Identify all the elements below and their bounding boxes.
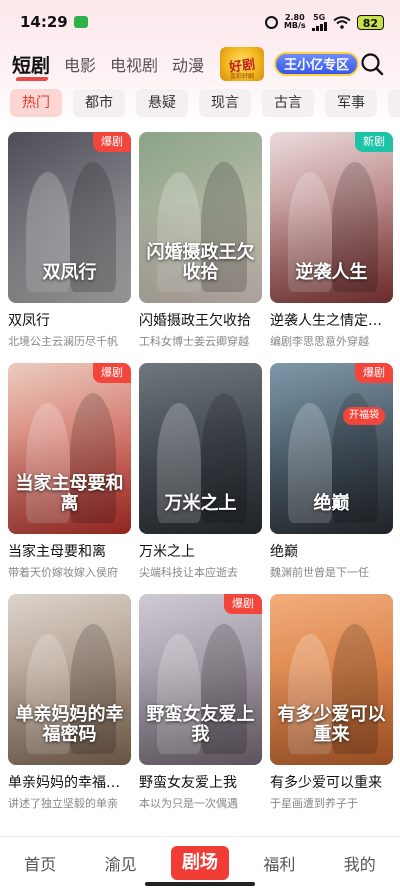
drama-title[interactable]: 单亲妈妈的幸福密码 — [8, 773, 131, 793]
category-military[interactable]: 军事 — [325, 89, 377, 117]
poster-title: 单亲妈妈的幸福密码 — [15, 704, 124, 745]
drama-title[interactable]: 野蛮女友爱上我 — [139, 773, 262, 793]
poster-image[interactable]: 闪婚摄政王欠收拾 — [139, 132, 262, 303]
home-indicator[interactable] — [145, 882, 255, 886]
drama-card[interactable]: 绝巅 爆剧开福袋绝巅魏渊前世曾是下一任 — [270, 363, 393, 594]
drama-title[interactable]: 万米之上 — [139, 542, 262, 562]
poster-title: 绝巅 — [313, 493, 350, 514]
wifi-icon — [333, 15, 351, 29]
category-suspense[interactable]: 悬疑 — [136, 89, 188, 117]
category-urban[interactable]: 都市 — [73, 89, 125, 117]
drama-title[interactable]: 绝巅 — [270, 542, 393, 562]
drama-card[interactable]: 逆袭人生 新剧逆袭人生之情定大王编剧李思思意外穿越 — [270, 132, 393, 363]
category-modern-romance[interactable]: 现言 — [199, 89, 251, 117]
network-label: 5G — [313, 12, 326, 22]
alarm-icon — [264, 15, 278, 29]
drama-description: 魏渊前世曾是下一任 — [270, 566, 369, 579]
poster-image[interactable]: 双凤行 爆剧 — [8, 132, 131, 303]
zone-banner[interactable]: 王小亿专区 — [274, 52, 360, 76]
status-time: 14:29 — [20, 13, 68, 31]
drama-description: 本以为只是一次偶遇 — [139, 797, 238, 810]
promo-sub-label: 金彩好剧 — [230, 73, 255, 80]
drama-card[interactable]: 有多少爱可以重来 有多少爱可以重来 于星画遭到养子于 — [270, 594, 393, 825]
tab-movie[interactable]: 电影 — [64, 52, 96, 76]
poster-image[interactable]: 逆袭人生 新剧 — [270, 132, 393, 303]
category-bar: 热门 都市 悬疑 现言 古言 军事 玄 — [0, 88, 400, 118]
drama-title[interactable]: 当家主母要和离 — [8, 542, 131, 562]
poster-title: 当家主母要和离 — [15, 473, 124, 514]
hot-drama-badge: 爆剧 — [93, 363, 131, 383]
poster-image[interactable]: 万米之上 — [139, 363, 262, 534]
tab-short-drama[interactable]: 短剧 — [12, 51, 50, 78]
hot-drama-badge: 爆剧 — [224, 594, 262, 614]
drama-card[interactable]: 闪婚摄政王欠收拾 闪婚摄政王欠收拾 工科女博士姜云卿穿越 — [139, 132, 262, 363]
drama-card[interactable]: 万米之上 万米之上 尖端科技让本应逝去 — [139, 363, 262, 594]
drama-card[interactable]: 双凤行 爆剧双凤行北境公主云澜历尽千帆 — [8, 132, 131, 363]
poster-image[interactable]: 绝巅 爆剧开福袋 — [270, 363, 393, 534]
drama-card[interactable]: 当家主母要和离 爆剧当家主母要和离带着天价嫁妆嫁入侯府 — [8, 363, 131, 594]
network-type: 5G — [311, 12, 327, 31]
category-ancient-romance[interactable]: 古言 — [262, 89, 314, 117]
poster-title: 野蛮女友爱上我 — [146, 704, 255, 745]
drama-description: 带着天价嫁妆嫁入侯府 — [8, 566, 118, 579]
category-fantasy[interactable]: 玄 — [388, 89, 400, 117]
poster-title: 双凤行 — [42, 262, 97, 283]
drama-card[interactable]: 单亲妈妈的幸福密码 单亲妈妈的幸福密码 讲述了独立坚毅的单亲 — [8, 594, 131, 825]
drama-description: 工科女博士姜云卿穿越 — [139, 335, 249, 348]
nav-discover[interactable]: 渝见 — [91, 851, 151, 875]
nav-profile[interactable]: 我的 — [330, 851, 390, 875]
drama-card[interactable]: 野蛮女友爱上我 爆剧野蛮女友爱上我本以为只是一次偶遇 — [139, 594, 262, 825]
drama-description: 北境公主云澜历尽千帆 — [8, 335, 118, 348]
poster-image[interactable]: 当家主母要和离 爆剧 — [8, 363, 131, 534]
signal-icon — [311, 21, 327, 31]
drama-description: 于星画遭到养子于 — [270, 797, 358, 810]
tab-tv-series[interactable]: 电视剧 — [110, 52, 158, 76]
drama-title[interactable]: 逆袭人生之情定大王 — [270, 311, 393, 331]
drama-title[interactable]: 双凤行 — [8, 311, 131, 331]
tab-anime[interactable]: 动漫 — [172, 52, 204, 76]
drama-description: 尖端科技让本应逝去 — [139, 566, 238, 579]
battery-indicator: 82 — [356, 14, 384, 30]
poster-title: 逆袭人生 — [295, 262, 368, 283]
top-navigation: 短剧 电影 电视剧 动漫 好剧 金彩好剧 王小亿专区 — [0, 44, 400, 84]
lucky-bag-badge[interactable]: 开福袋 — [343, 407, 385, 425]
search-icon[interactable] — [360, 52, 384, 76]
network-speed: 2.80 MB/s — [284, 14, 306, 30]
drama-title[interactable]: 闪婚摄政王欠收拾 — [139, 311, 262, 331]
status-indicators: 2.80 MB/s 5G 82 — [264, 12, 384, 31]
hot-drama-badge: 爆剧 — [355, 363, 393, 383]
speed-unit: MB/s — [283, 21, 306, 30]
nav-welfare[interactable]: 福利 — [249, 851, 309, 875]
poster-image[interactable]: 野蛮女友爱上我 爆剧 — [139, 594, 262, 765]
poster-title: 闪婚摄政王欠收拾 — [146, 242, 255, 283]
nav-theater[interactable]: 剧场 — [170, 846, 229, 880]
drama-title[interactable]: 有多少爱可以重来 — [270, 773, 393, 793]
new-drama-badge: 新剧 — [355, 132, 393, 152]
nav-home[interactable]: 首页 — [10, 851, 70, 875]
app-notification-icon — [73, 16, 88, 28]
poster-image[interactable]: 有多少爱可以重来 — [270, 594, 393, 765]
status-bar: 14:29 2.80 MB/s 5G 82 — [0, 0, 400, 44]
drama-description: 编剧李思思意外穿越 — [270, 335, 369, 348]
promo-badge[interactable]: 好剧 金彩好剧 — [220, 47, 265, 81]
poster-title: 有多少爱可以重来 — [277, 704, 386, 745]
poster-image[interactable]: 单亲妈妈的幸福密码 — [8, 594, 131, 765]
drama-description: 讲述了独立坚毅的单亲 — [8, 797, 118, 810]
poster-title: 万米之上 — [164, 493, 237, 514]
drama-grid: 双凤行 爆剧 双凤行 北境公主云澜历尽千帆 闪婚摄政王欠收拾 闪婚摄政王欠收拾 工科女博士姜… — [8, 132, 393, 825]
hot-drama-badge: 爆剧 — [93, 132, 131, 152]
category-hot[interactable]: 热门 — [10, 89, 62, 117]
